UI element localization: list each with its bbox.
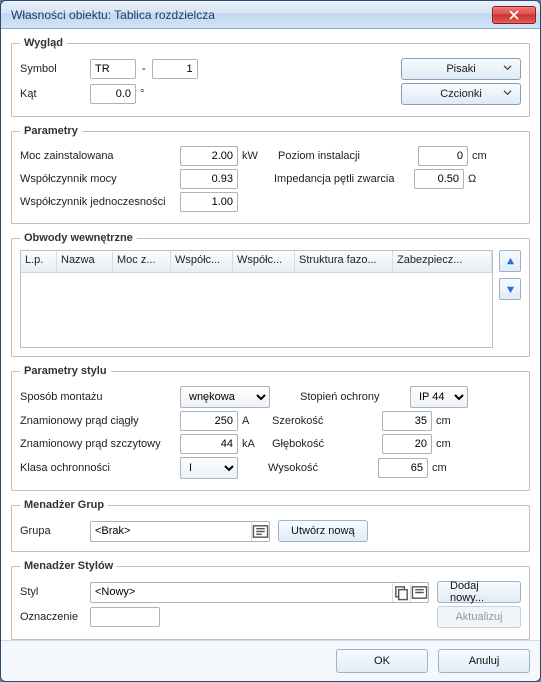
col-power[interactable]: Moc z... <box>113 251 171 272</box>
create-group-button[interactable]: Utwórz nową <box>278 520 368 542</box>
circuits-table[interactable]: L.p. Nazwa Moc z... Współc... Współc... … <box>20 250 493 348</box>
style-manager-legend: Menadżer Stylów <box>20 560 117 572</box>
style-params-group: Parametry stylu Sposób montażu wnękowa S… <box>11 365 530 491</box>
circuits-group: Obwody wewnętrzne L.p. Nazwa Moc z... Ws… <box>11 232 530 357</box>
installed-power-unit: kW <box>242 150 268 162</box>
width-unit: cm <box>436 415 451 427</box>
height-input[interactable] <box>378 458 428 478</box>
col-coef1[interactable]: Współc... <box>171 251 233 272</box>
group-manager-legend: Menadżer Grup <box>20 499 108 511</box>
angle-unit: ° <box>140 88 144 100</box>
mounting-select[interactable]: wnękowa <box>180 386 270 408</box>
mounting-label: Sposób montażu <box>20 391 180 403</box>
titlebar: Własności obiektu: Tablica rozdzielcza <box>1 1 540 29</box>
depth-input[interactable] <box>382 434 432 454</box>
marking-label: Oznaczenie <box>20 611 90 623</box>
close-icon <box>509 10 519 20</box>
group-value: <Brak> <box>95 525 251 537</box>
table-header: L.p. Nazwa Moc z... Współc... Współc... … <box>21 251 492 273</box>
pens-button-label: Pisaki <box>446 63 475 75</box>
coincidence-label: Współczynnik jednoczesności <box>20 196 180 208</box>
group-picker[interactable]: <Brak> <box>90 521 270 542</box>
style-value: <Nowy> <box>95 586 392 598</box>
peak-current-unit: kA <box>242 438 268 450</box>
move-up-button[interactable] <box>499 250 521 272</box>
col-coef2[interactable]: Współc... <box>233 251 295 272</box>
depth-label: Głębokość <box>272 438 382 450</box>
angle-input[interactable] <box>90 84 136 104</box>
peak-current-input[interactable] <box>180 434 238 454</box>
protection-degree-select[interactable]: IP 44 <box>410 386 468 408</box>
symbol-prefix-input[interactable] <box>90 59 136 79</box>
copy-icon[interactable] <box>392 583 410 602</box>
peak-current-label: Znamionowy prąd szczytowy <box>20 438 180 450</box>
circuits-legend: Obwody wewnętrzne <box>20 232 137 244</box>
browse-icon[interactable] <box>410 583 428 602</box>
style-picker[interactable]: <Nowy> <box>90 582 429 603</box>
symbol-label: Symbol <box>20 63 90 75</box>
arrow-down-icon <box>506 285 515 294</box>
installed-power-label: Moc zainstalowana <box>20 150 180 162</box>
col-phase[interactable]: Struktura fazo... <box>295 251 393 272</box>
protection-class-label: Klasa ochronności <box>20 462 180 474</box>
arrow-up-icon <box>506 257 515 266</box>
browse-icon[interactable] <box>251 522 269 541</box>
installed-power-input[interactable] <box>180 146 238 166</box>
col-name[interactable]: Nazwa <box>57 251 113 272</box>
protection-degree-label: Stopień ochrony <box>300 391 410 403</box>
dialog-window: Własności obiektu: Tablica rozdzielcza W… <box>0 0 541 682</box>
install-level-unit: cm <box>472 150 487 162</box>
fonts-button[interactable]: Czcionki <box>401 83 521 105</box>
width-label: Szerokość <box>272 415 382 427</box>
ok-button[interactable]: OK <box>336 649 428 673</box>
window-title: Własności obiektu: Tablica rozdzielcza <box>11 8 492 22</box>
width-input[interactable] <box>382 411 432 431</box>
symbol-separator: - <box>142 63 146 75</box>
power-factor-label: Współczynnik mocy <box>20 173 180 185</box>
cancel-button[interactable]: Anuluj <box>438 649 530 673</box>
fault-loop-label: Impedancja pętli zwarcia <box>274 173 414 185</box>
marking-input[interactable] <box>90 607 160 627</box>
symbol-number-input[interactable] <box>152 59 198 79</box>
style-label: Styl <box>20 586 90 598</box>
style-manager-group: Menadżer Stylów Styl <Nowy> Dodaj nowy..… <box>11 560 530 640</box>
coincidence-input[interactable] <box>180 192 238 212</box>
group-label: Grupa <box>20 525 90 537</box>
close-button[interactable] <box>492 6 536 24</box>
move-down-button[interactable] <box>499 278 521 300</box>
rated-current-label: Znamionowy prąd ciągły <box>20 415 180 427</box>
update-style-button[interactable]: Aktualizuj <box>437 606 521 628</box>
height-unit: cm <box>432 462 447 474</box>
parameters-legend: Parametry <box>20 125 82 137</box>
col-lp[interactable]: L.p. <box>21 251 57 272</box>
protection-class-select[interactable]: I <box>180 457 238 479</box>
appearance-legend: Wygląd <box>20 37 67 49</box>
parameters-group: Parametry Moc zainstalowana kW Poziom in… <box>11 125 530 224</box>
height-label: Wysokość <box>268 462 378 474</box>
style-params-legend: Parametry stylu <box>20 365 111 377</box>
dialog-footer: OK Anuluj <box>1 640 540 681</box>
pens-button[interactable]: Pisaki <box>401 58 521 80</box>
rated-current-unit: A <box>242 415 268 427</box>
fonts-button-label: Czcionki <box>440 88 482 100</box>
angle-label: Kąt <box>20 88 90 100</box>
appearance-group: Wygląd Symbol - Pisaki Kąt ° Czcionki <box>11 37 530 117</box>
chevron-down-icon <box>503 63 512 75</box>
rated-current-input[interactable] <box>180 411 238 431</box>
install-level-input[interactable] <box>418 146 468 166</box>
fault-loop-input[interactable] <box>414 169 464 189</box>
install-level-label: Poziom instalacji <box>278 150 418 162</box>
group-manager-group: Menadżer Grup Grupa <Brak> Utwórz nową <box>11 499 530 552</box>
add-style-button[interactable]: Dodaj nowy... <box>437 581 521 603</box>
power-factor-input[interactable] <box>180 169 238 189</box>
chevron-down-icon <box>503 88 512 100</box>
col-prot[interactable]: Zabezpiecz... <box>393 251 492 272</box>
fault-loop-unit: Ω <box>468 173 476 185</box>
depth-unit: cm <box>436 438 451 450</box>
